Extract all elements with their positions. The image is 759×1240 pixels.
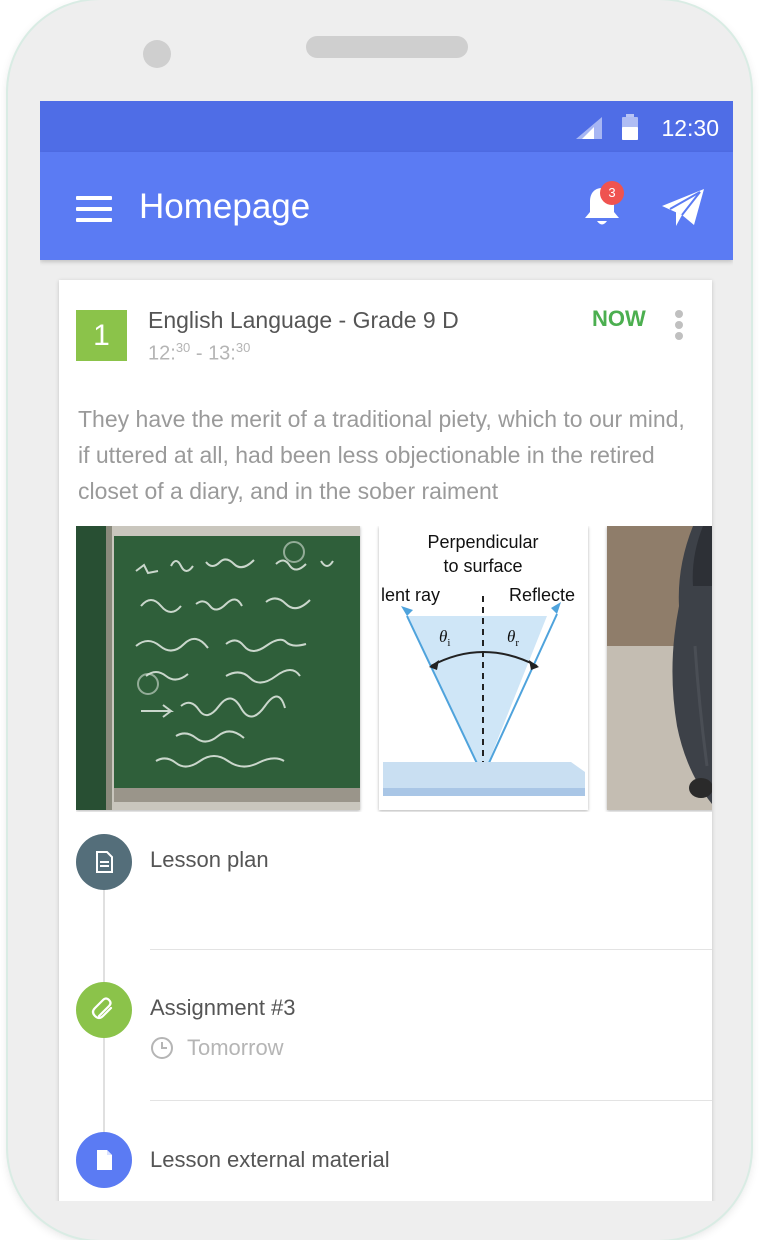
now-status: NOW bbox=[592, 306, 646, 331]
timeline-divider bbox=[150, 1100, 712, 1101]
reflection-diagram-image[interactable]: Perpendicular to surface lent ray Reflec… bbox=[379, 526, 588, 810]
page-title: Homepage bbox=[139, 187, 311, 226]
time-separator: - bbox=[190, 342, 209, 365]
chalkboard-illustration bbox=[76, 526, 360, 810]
notification-badge: 3 bbox=[600, 181, 624, 205]
file-icon bbox=[97, 1150, 112, 1170]
reflection-diagram: Perpendicular to surface lent ray Reflec… bbox=[379, 526, 588, 810]
time-start-min: 30 bbox=[175, 340, 191, 355]
image-gallery: Perpendicular to surface lent ray Reflec… bbox=[76, 526, 712, 812]
assignment-due: Tomorrow bbox=[187, 1035, 284, 1060]
timeline-divider bbox=[150, 949, 712, 950]
chalkboard-image[interactable] bbox=[76, 526, 360, 810]
diagram-left-label: lent ray bbox=[381, 585, 440, 605]
diagram-right-label: Reflecte bbox=[509, 585, 575, 605]
time-end-hour: 13: bbox=[208, 342, 236, 365]
diagram-title-line2: to surface bbox=[443, 556, 522, 576]
person-photo-image[interactable] bbox=[607, 526, 712, 810]
time-end-min: 30 bbox=[235, 340, 251, 355]
app-bar: Homepage 3 bbox=[40, 152, 733, 260]
assignment-label[interactable]: Assignment #3 bbox=[150, 995, 296, 1021]
signal-icon bbox=[576, 117, 602, 139]
lesson-plan-label[interactable]: Lesson plan bbox=[150, 847, 269, 873]
document-icon bbox=[96, 851, 113, 873]
lesson-card[interactable]: 1 English Language - Grade 9 D 12:30 - 1… bbox=[59, 280, 712, 1201]
phone-camera bbox=[143, 40, 171, 68]
clock-icon bbox=[151, 1037, 173, 1059]
send-icon[interactable] bbox=[662, 189, 704, 227]
time-start-hour: 12: bbox=[148, 342, 176, 365]
phone-frame: 12:30 Homepage 3 1 English Language - Gr… bbox=[8, 0, 751, 1240]
status-time: 12:30 bbox=[661, 115, 719, 141]
more-icon[interactable] bbox=[675, 310, 683, 343]
menu-icon[interactable] bbox=[76, 196, 112, 229]
external-material-circle[interactable] bbox=[76, 1132, 132, 1188]
diagram-title-line1: Perpendicular bbox=[427, 532, 538, 552]
battery-icon bbox=[622, 114, 638, 140]
external-material-label[interactable]: Lesson external material bbox=[150, 1147, 390, 1173]
assignment-circle[interactable] bbox=[76, 982, 132, 1038]
status-bar: 12:30 bbox=[40, 101, 733, 152]
paperclip-icon bbox=[91, 997, 113, 1020]
course-time: 12:30 - 13:30 bbox=[148, 340, 250, 366]
course-title: English Language - Grade 9 D bbox=[148, 307, 459, 333]
lesson-number-badge: 1 bbox=[76, 310, 127, 361]
screen: 12:30 Homepage 3 1 English Language - Gr… bbox=[40, 101, 733, 1201]
person-photo bbox=[607, 526, 712, 810]
phone-speaker bbox=[306, 36, 468, 58]
lesson-plan-circle[interactable] bbox=[76, 834, 132, 890]
lesson-description: They have the merit of a traditional pie… bbox=[78, 406, 685, 504]
